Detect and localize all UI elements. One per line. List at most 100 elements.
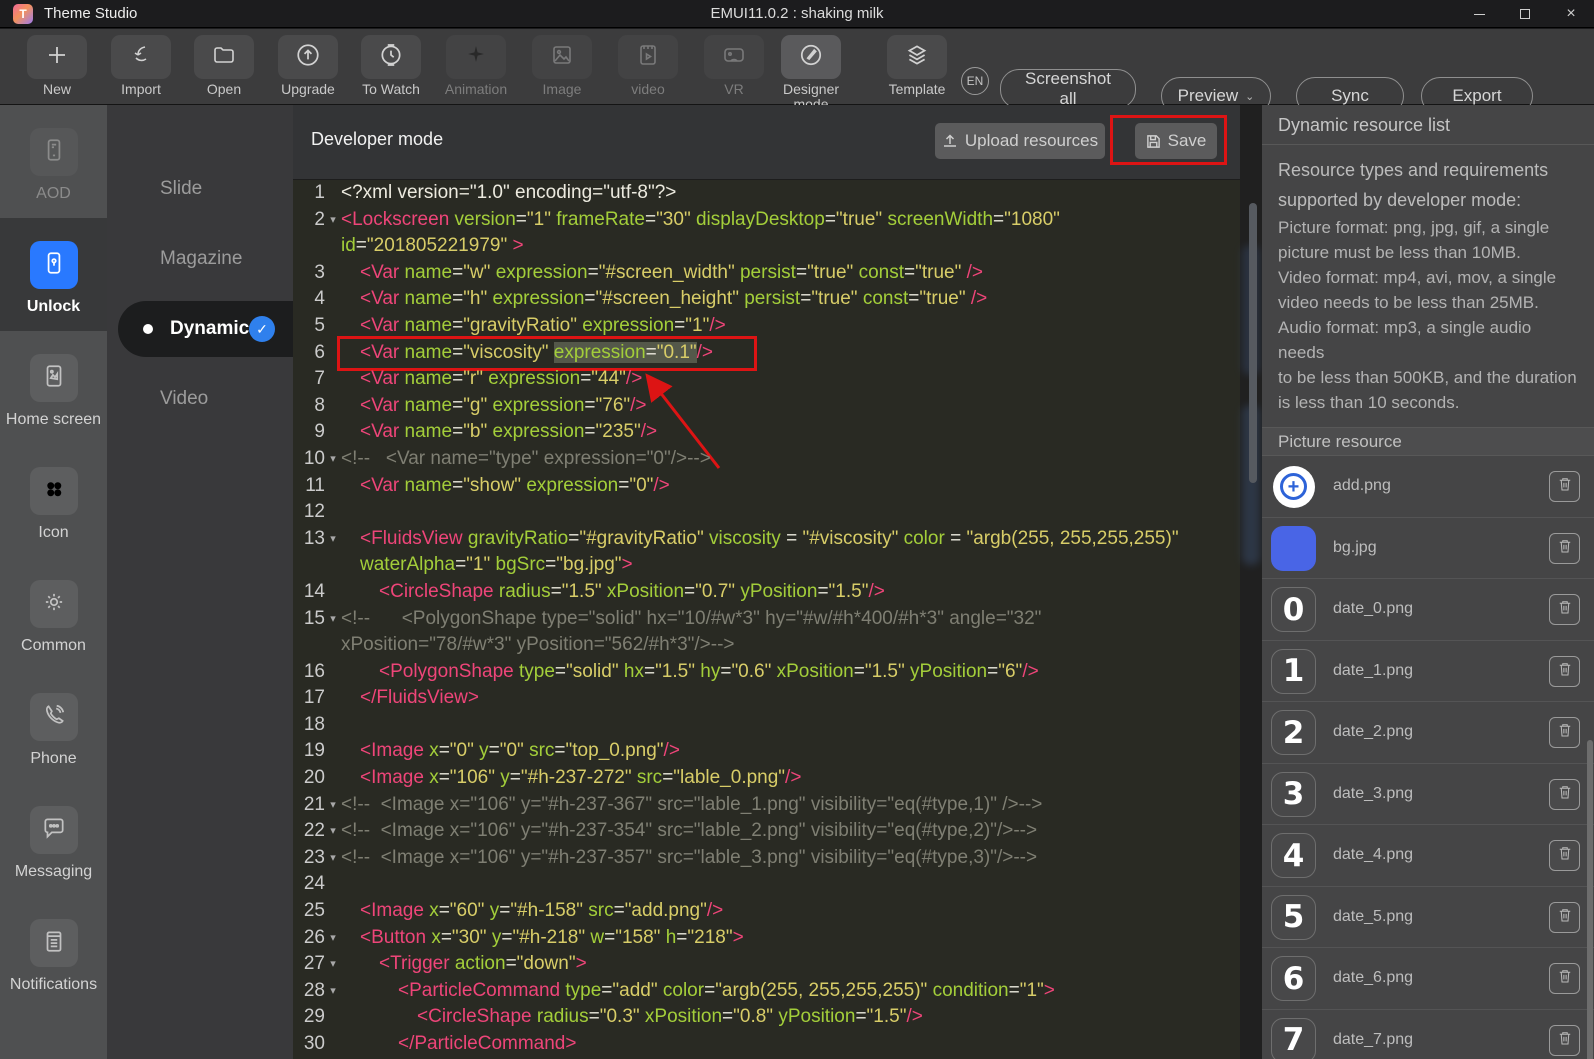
fold-arrow-icon[interactable]: ▾ [325,207,341,234]
toolbar-item-designer-mode[interactable]: Designer mode [769,35,853,112]
language-badge[interactable]: EN [961,67,989,95]
delete-resource-button[interactable] [1549,471,1580,502]
code-line-text: <Var name="w" expression="#screen_width"… [341,260,1240,287]
code-line-5[interactable]: 5 <Var name="gravityRatio" expression="1… [293,313,1240,340]
digit-thumbnail: 5 [1271,895,1316,940]
toolbar-item-new[interactable]: New [15,35,99,97]
digit-thumbnail: 0 [1271,587,1316,632]
code-line-6[interactable]: 6 <Var name="viscosity" expression="0.1"… [293,340,1240,367]
code-line-text: <Lockscreen version="1" frameRate="30" d… [341,207,1240,260]
subnav-item-magazine[interactable]: Magazine [107,231,293,287]
upload-icon [942,133,958,149]
close-button[interactable]: × [1548,0,1594,28]
code-line-2[interactable]: 2 ▾<Lockscreen version="1" frameRate="30… [293,207,1240,260]
resource-filename: bg.jpg [1333,539,1377,557]
code-line-12[interactable]: 12 [293,499,1240,526]
code-line-21[interactable]: 21 ▾<!-- <Image x="106" y="#h-237-367" s… [293,792,1240,819]
code-line-26[interactable]: 26 ▾<Button x="30" y="#h-218" w="158" h=… [293,925,1240,952]
code-line-17[interactable]: 17 </FluidsView> [293,685,1240,712]
delete-resource-button[interactable] [1549,533,1580,564]
trash-icon [1556,660,1574,683]
resource-filename: date_7.png [1333,1031,1413,1049]
template-layers-icon [904,42,930,73]
toolbar-item-template[interactable]: Template [875,35,959,97]
code-line-3[interactable]: 3 <Var name="w" expression="#screen_widt… [293,260,1240,287]
resource-filename: date_6.png [1333,969,1413,987]
code-line-18[interactable]: 18 [293,712,1240,739]
delete-resource-button[interactable] [1549,717,1580,748]
subnav-item-video[interactable]: Video [107,371,293,427]
fold-arrow-icon[interactable]: ▾ [325,925,341,952]
code-line-27[interactable]: 27 ▾<Trigger action="down"> [293,951,1240,978]
code-line-10[interactable]: 10 ▾<!-- <Var name="type" expression="0"… [293,446,1240,473]
maximize-button[interactable] [1502,0,1548,28]
code-line-13[interactable]: 13 ▾<FluidsView gravityRatio="#gravityRa… [293,526,1240,579]
fold-arrow-icon[interactable]: ▾ [325,792,341,819]
fold-arrow-icon[interactable]: ▾ [325,526,341,553]
code-line-25[interactable]: 25 <Image x="60" y="#h-158" src="add.png… [293,898,1240,925]
code-line-14[interactable]: 14 <CircleShape radius="1.5" xPosition="… [293,579,1240,606]
delete-resource-button[interactable] [1549,1025,1580,1056]
code-line-11[interactable]: 11 <Var name="show" expression="0"/> [293,473,1240,500]
code-line-30[interactable]: 30 </ParticleCommand> [293,1031,1240,1058]
save-button[interactable]: Save [1135,123,1217,159]
code-line-4[interactable]: 4 <Var name="h" expression="#screen_heig… [293,286,1240,313]
code-line-16[interactable]: 16 <PolygonShape type="solid" hx="1.5" h… [293,659,1240,686]
code-line-9[interactable]: 9 <Var name="b" expression="235"/> [293,419,1240,446]
sidebar-item-unlock[interactable]: Unlock [0,218,107,331]
fold-arrow-icon[interactable]: ▾ [325,951,341,978]
trash-icon [1556,906,1574,929]
resource-list-scrollbar[interactable] [1587,740,1593,1059]
delete-resource-button[interactable] [1549,840,1580,871]
delete-resource-button[interactable] [1549,656,1580,687]
line-number: 28 [293,978,325,1005]
code-line-24[interactable]: 24 [293,871,1240,898]
toolbar-item-open[interactable]: Open [182,35,266,97]
sidebar-item-icon[interactable]: Icon [0,444,107,557]
code-line-1[interactable]: 1 <?xml version="1.0" encoding="utf-8"?> [293,180,1240,207]
fold-arrow-icon[interactable]: ▾ [325,845,341,872]
delete-resource-button[interactable] [1549,902,1580,933]
delete-resource-button[interactable] [1549,779,1580,810]
sidebar-item-common[interactable]: Common [0,557,107,670]
resource-requirements-text: Resource types and requirements supporte… [1262,145,1594,428]
upload-resources-button[interactable]: Upload resources [935,123,1105,159]
code-line-8[interactable]: 8 <Var name="g" expression="76"/> [293,393,1240,420]
code-line-29[interactable]: 29 <CircleShape radius="0.3" xPosition="… [293,1004,1240,1031]
sidebar-item-notifications[interactable]: Notifications [0,896,107,1009]
code-line-text: <?xml version="1.0" encoding="utf-8"?> [341,180,1240,207]
resource-filename: date_4.png [1333,846,1413,864]
toolbar-item-upgrade[interactable]: Upgrade [266,35,350,97]
minimize-button[interactable] [1456,0,1502,28]
delete-resource-button[interactable] [1549,594,1580,625]
code-line-7[interactable]: 7 <Var name="r" expression="44"/> [293,366,1240,393]
sidebar-item-aod[interactable]: AOD [0,105,107,218]
fold-arrow-icon[interactable]: ▾ [325,606,341,633]
sidebar-item-messaging[interactable]: Messaging [0,783,107,896]
fold-arrow-icon[interactable]: ▾ [325,446,341,473]
code-line-19[interactable]: 19 <Image x="0" y="0" src="top_0.png"/> [293,738,1240,765]
code-line-20[interactable]: 20 <Image x="106" y="#h-237-272" src="la… [293,765,1240,792]
sidebar-item-phone[interactable]: Phone [0,670,107,783]
subnav-item-dynamic[interactable]: Dynamic ✓ [118,301,293,357]
code-line-15[interactable]: 15 ▾<!-- <PolygonShape type="solid" hx="… [293,606,1240,659]
code-line-text: <Var name="r" expression="44"/> [341,366,1240,393]
fold-arrow-icon[interactable]: ▾ [325,978,341,1005]
line-number: 2 [293,207,325,234]
editor-scrollbar[interactable] [1249,203,1257,483]
code-line-23[interactable]: 23 ▾<!-- <Image x="106" y="#h-237-357" s… [293,845,1240,872]
xml-code-editor[interactable]: 1 <?xml version="1.0" encoding="utf-8"?>… [293,180,1240,1059]
subnav-item-slide[interactable]: Slide [107,161,293,217]
sidebar-item-home-screen[interactable]: Home screen [0,331,107,444]
toolbar-item-to-watch[interactable]: To Watch [349,35,433,97]
delete-resource-button[interactable] [1549,963,1580,994]
check-circle-icon: ✓ [249,316,275,342]
line-gutter: 9 [293,419,341,446]
toolbar-item-label: Open [182,82,266,97]
screenshot-all-button[interactable]: Screenshot all [1000,69,1136,109]
code-line-22[interactable]: 22 ▾<!-- <Image x="106" y="#h-237-354" s… [293,818,1240,845]
toolbar-item-import[interactable]: Import [99,35,183,97]
code-line-28[interactable]: 28 ▾<ParticleCommand type="add" color="a… [293,978,1240,1005]
fold-arrow-icon[interactable]: ▾ [325,818,341,845]
resource-panel-title: Dynamic resource list [1262,105,1594,145]
